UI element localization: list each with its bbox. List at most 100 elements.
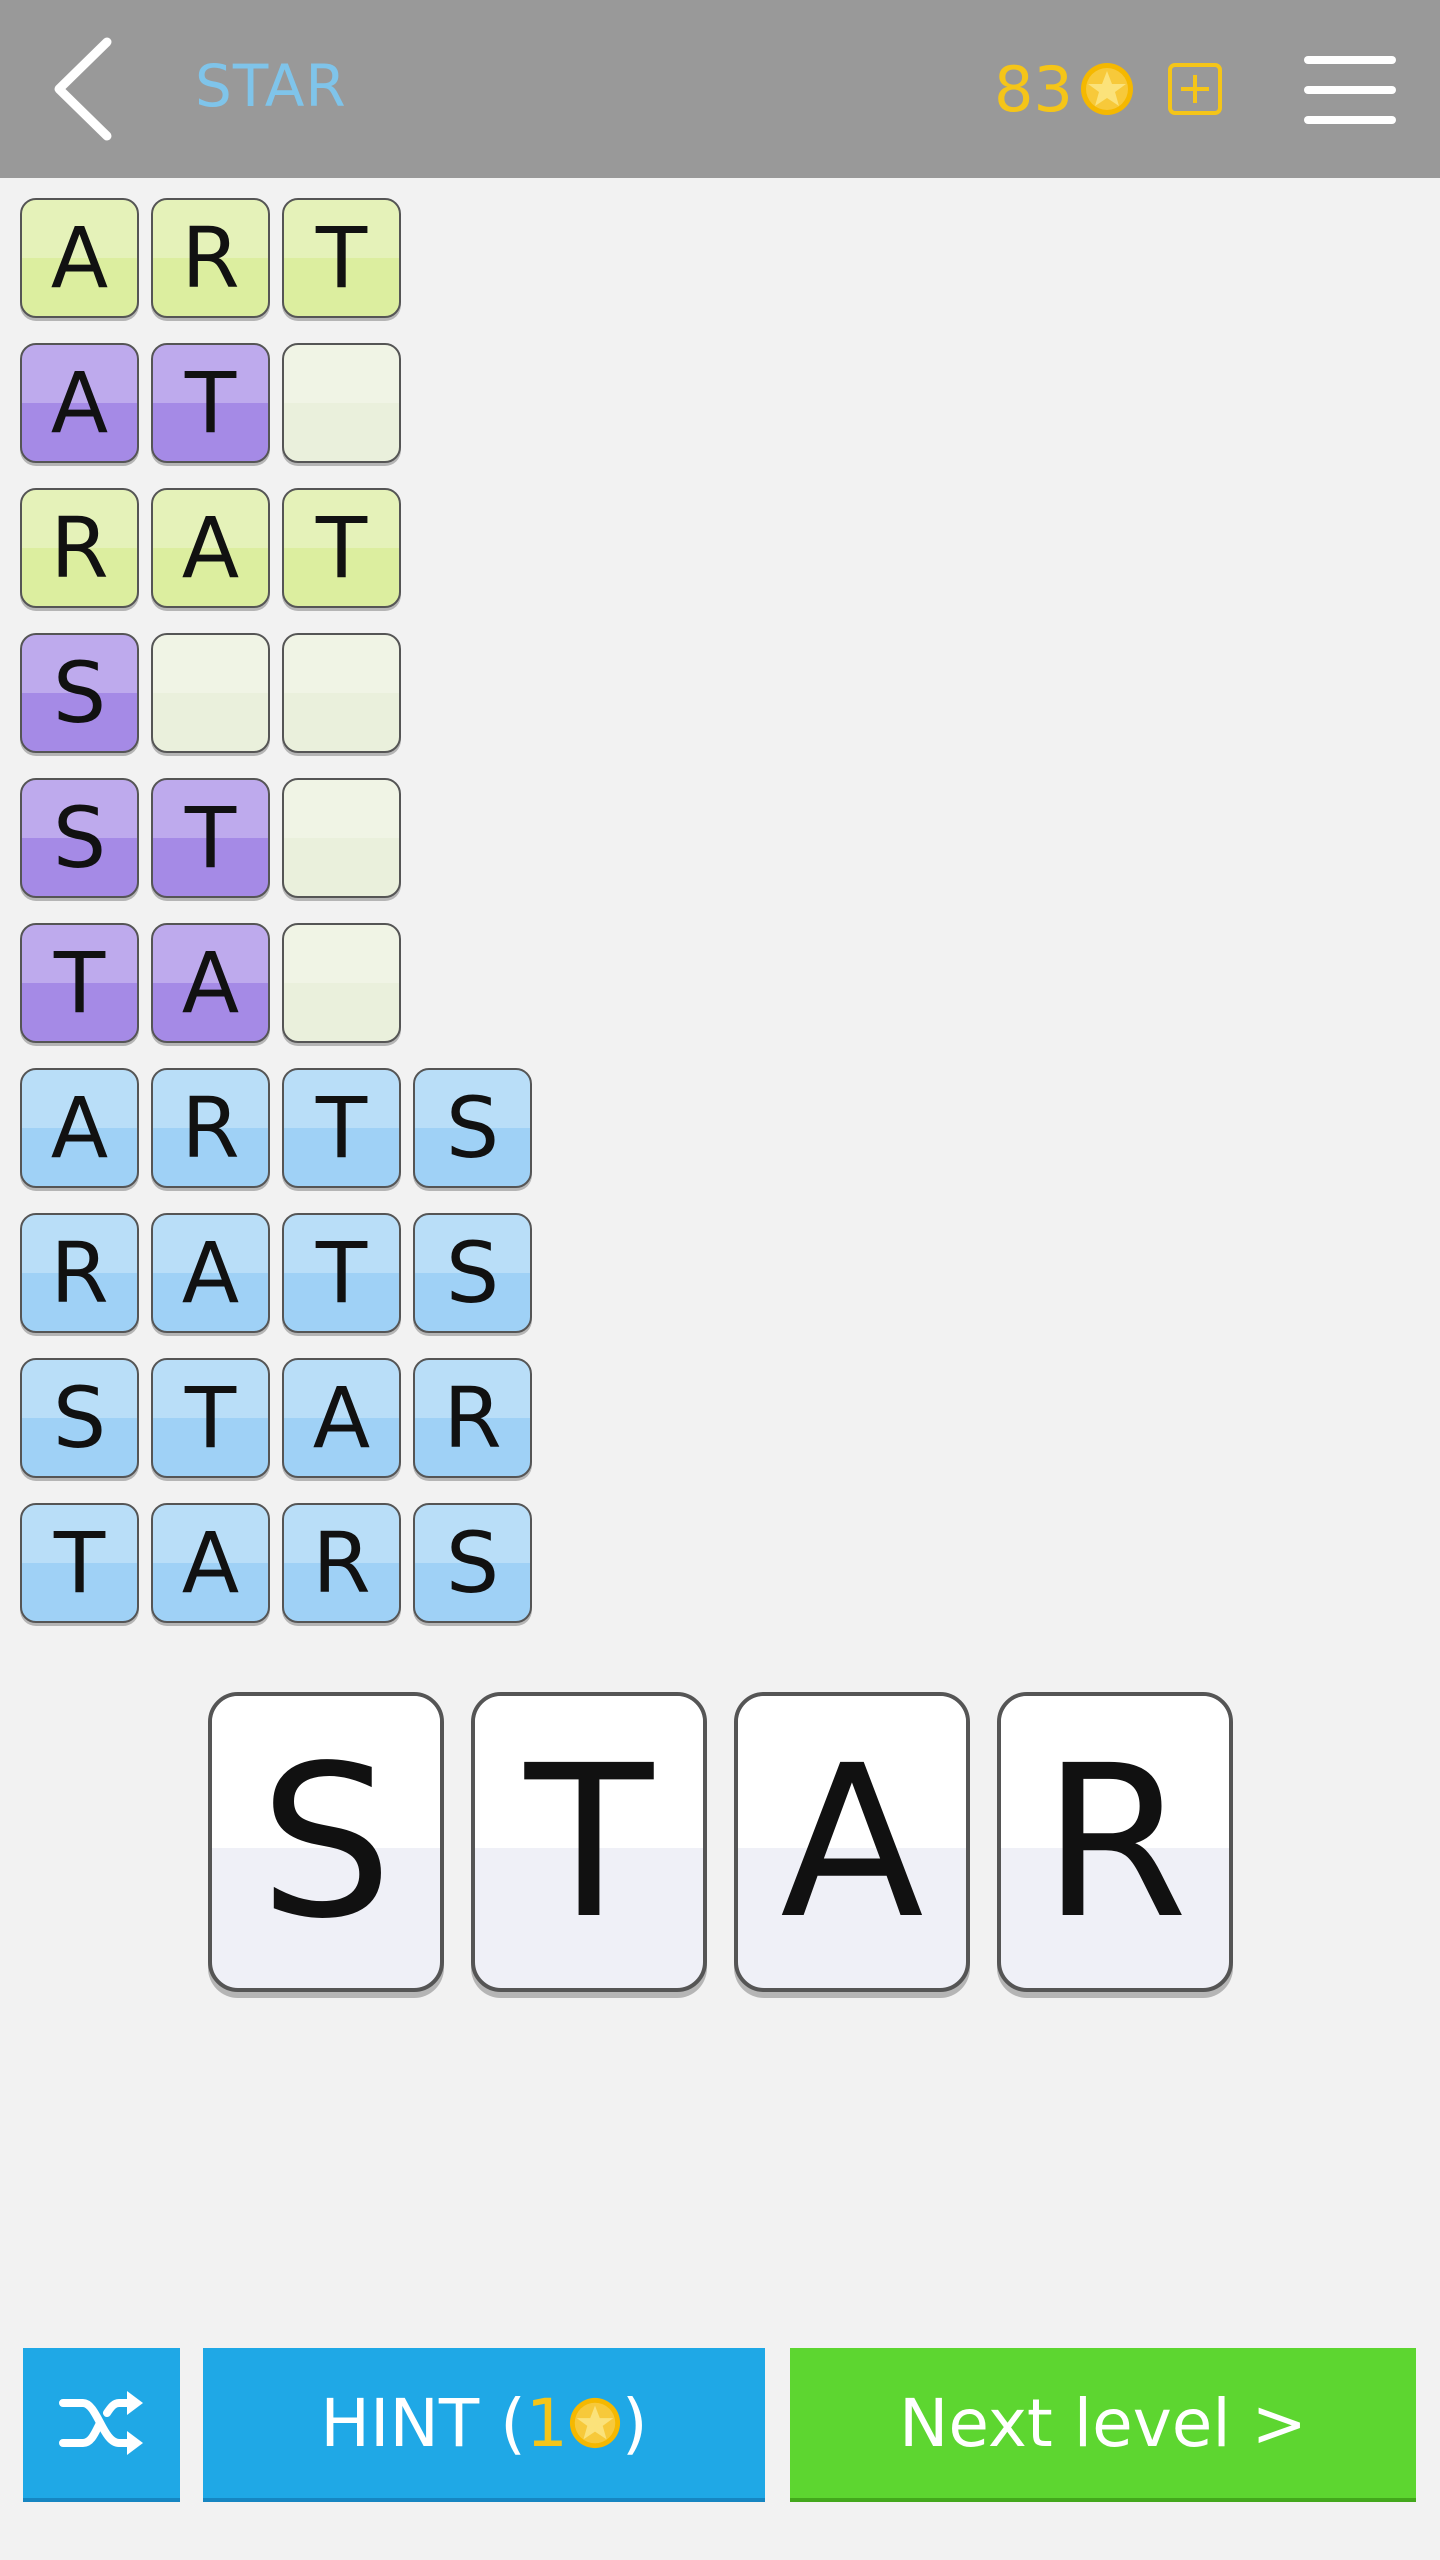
letter-pool: STAR — [208, 1692, 1233, 1992]
letter-tile: A — [20, 198, 139, 318]
letter-tile: T — [151, 1358, 270, 1478]
letter-tile: T — [282, 488, 401, 608]
tile-letter: S — [52, 789, 107, 887]
letter-tile: R — [20, 1213, 139, 1333]
empty-letter-tile — [282, 343, 401, 463]
star-coin-icon — [568, 2396, 622, 2450]
word-row: ST — [20, 778, 532, 898]
letter-tile: A — [282, 1358, 401, 1478]
empty-letter-tile — [282, 778, 401, 898]
tile-letter: A — [50, 209, 109, 307]
letter-tile: A — [151, 488, 270, 608]
pool-letter-tile[interactable]: S — [208, 1692, 444, 1992]
letter-tile: S — [413, 1213, 532, 1333]
pool-letter: T — [524, 1719, 654, 1965]
tile-letter: T — [53, 934, 106, 1032]
empty-letter-tile — [151, 633, 270, 753]
pool-letter-tile[interactable]: A — [734, 1692, 970, 1992]
word-row: ARTS — [20, 1068, 532, 1188]
tile-letter: T — [53, 1514, 106, 1612]
tile-letter: T — [315, 209, 368, 307]
letter-tile: S — [20, 1358, 139, 1478]
word-row: S — [20, 633, 532, 753]
next-level-button[interactable]: Next level > — [790, 2348, 1416, 2502]
tile-letter: T — [184, 354, 237, 452]
letter-tile: S — [413, 1503, 532, 1623]
tile-letter: S — [445, 1079, 500, 1177]
tile-letter: A — [181, 1514, 240, 1612]
tile-letter: S — [445, 1514, 500, 1612]
pool-letter-tile[interactable]: T — [471, 1692, 707, 1992]
tile-letter: A — [50, 354, 109, 452]
tile-letter: T — [184, 1369, 237, 1467]
tile-letter: S — [52, 1369, 107, 1467]
tile-letter: R — [181, 209, 240, 307]
letter-tile: S — [413, 1068, 532, 1188]
tile-letter: T — [315, 1079, 368, 1177]
tile-letter: R — [312, 1514, 371, 1612]
letter-tile: R — [151, 1068, 270, 1188]
letter-tile: T — [282, 1213, 401, 1333]
letter-tile: S — [20, 633, 139, 753]
back-button[interactable] — [30, 30, 140, 148]
letter-tile: A — [151, 1503, 270, 1623]
plus-box-icon — [1168, 63, 1222, 115]
tile-letter: A — [181, 499, 240, 597]
letter-tile: S — [20, 778, 139, 898]
hint-button[interactable]: HINT ( 1 ) — [203, 2348, 765, 2502]
shuffle-icon — [58, 2391, 143, 2455]
tile-letter: T — [315, 1224, 368, 1322]
menu-button[interactable] — [1300, 50, 1400, 130]
tile-letter: A — [181, 934, 240, 1032]
letter-tile: A — [151, 923, 270, 1043]
tile-letter: S — [445, 1224, 500, 1322]
next-level-label: Next level > — [899, 2384, 1307, 2462]
letter-tile: A — [20, 1068, 139, 1188]
hint-cost: 1 — [525, 2384, 568, 2462]
tile-letter: R — [181, 1079, 240, 1177]
letter-tile: R — [151, 198, 270, 318]
pool-letter: S — [259, 1719, 393, 1965]
letter-tile: T — [20, 923, 139, 1043]
tile-letter: A — [181, 1224, 240, 1322]
letter-tile: R — [413, 1358, 532, 1478]
letter-tile: T — [282, 1068, 401, 1188]
word-row: RAT — [20, 488, 532, 608]
letter-tile: A — [20, 343, 139, 463]
word-row: TARS — [20, 1503, 532, 1623]
pool-letter-tile[interactable]: R — [997, 1692, 1233, 1992]
word-row: AT — [20, 343, 532, 463]
word-row: TA — [20, 923, 532, 1043]
pool-letter: A — [780, 1719, 924, 1965]
add-coins-button[interactable] — [1165, 62, 1225, 116]
found-words-grid: ARTATRATSSTTAARTSRATSSTARTARS — [20, 198, 532, 1648]
tile-letter: A — [312, 1369, 371, 1467]
tile-letter: R — [50, 1224, 109, 1322]
coin-balance: 83 — [994, 44, 1135, 134]
level-title: STAR — [195, 52, 347, 120]
tile-letter: R — [50, 499, 109, 597]
word-row: RATS — [20, 1213, 532, 1333]
hamburger-menu-icon — [1304, 56, 1396, 124]
letter-tile: T — [151, 778, 270, 898]
letter-tile: A — [151, 1213, 270, 1333]
word-row: ART — [20, 198, 532, 318]
shuffle-button[interactable] — [23, 2348, 180, 2502]
letter-tile: T — [282, 198, 401, 318]
chevron-left-icon — [54, 37, 112, 141]
pool-letter: R — [1042, 1719, 1188, 1965]
tile-letter: T — [315, 499, 368, 597]
tile-letter: S — [52, 644, 107, 742]
letter-tile: R — [282, 1503, 401, 1623]
letter-tile: T — [20, 1503, 139, 1623]
word-row: STAR — [20, 1358, 532, 1478]
empty-letter-tile — [282, 633, 401, 753]
tile-letter: R — [443, 1369, 502, 1467]
empty-letter-tile — [282, 923, 401, 1043]
hint-label: HINT ( — [320, 2384, 526, 2462]
letter-tile: T — [151, 343, 270, 463]
star-coin-icon — [1079, 61, 1135, 117]
tile-letter: T — [184, 789, 237, 887]
top-bar: STAR 83 — [0, 0, 1440, 178]
coin-count: 83 — [994, 52, 1073, 126]
